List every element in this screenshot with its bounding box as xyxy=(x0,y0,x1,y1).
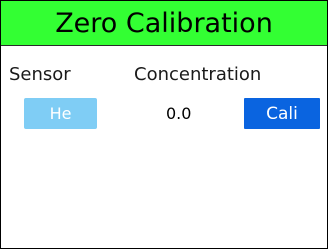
calibration-screen: Zero Calibration Sensor Concentration He… xyxy=(0,0,328,249)
title-bar: Zero Calibration xyxy=(1,1,327,46)
calibrate-button-label: Cali xyxy=(266,103,298,124)
sensor-button-label: He xyxy=(49,104,72,123)
calibrate-button[interactable]: Cali xyxy=(244,98,320,129)
sensor-column-header: Sensor xyxy=(9,64,71,85)
page-title: Zero Calibration xyxy=(55,7,273,39)
concentration-value: 0.0 xyxy=(166,104,192,123)
sensor-button[interactable]: He xyxy=(24,98,97,129)
concentration-column-header: Concentration xyxy=(134,64,262,85)
